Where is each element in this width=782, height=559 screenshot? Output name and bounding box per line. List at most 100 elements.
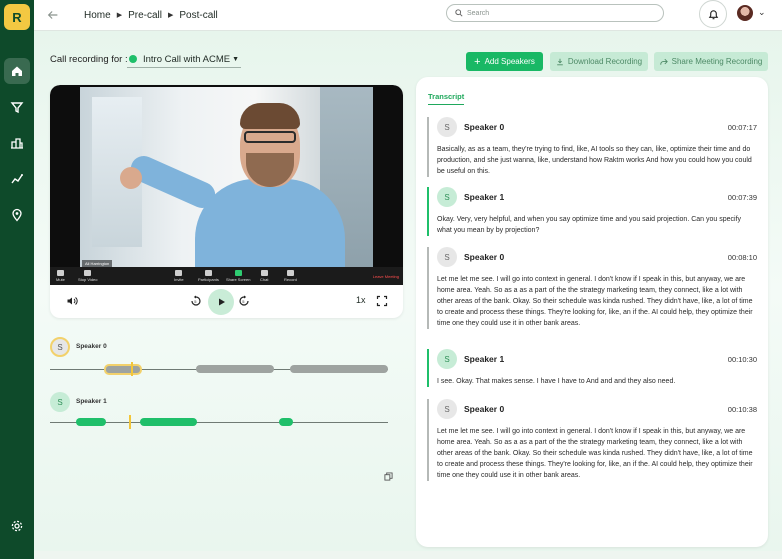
share-icon: [660, 58, 668, 65]
forward-button[interactable]: 5: [238, 295, 250, 307]
video-control: Stop Video: [78, 270, 98, 282]
breadcrumb-separator-icon: ▶: [167, 12, 174, 19]
timestamp[interactable]: 00:10:30: [728, 355, 757, 364]
nav-location[interactable]: [4, 202, 30, 228]
transcript-entry[interactable]: S Speaker 1 00:07:39 Okay. Very, very he…: [427, 187, 757, 236]
video-frame-image: [80, 87, 373, 267]
invite-control: Invite: [174, 270, 184, 282]
transcript-text: Basically, as as a team, they're trying …: [437, 146, 752, 175]
timestamp[interactable]: 00:07:39: [728, 193, 757, 202]
breadcrumb: Home ▶ Pre-call ▶ Post-call: [78, 10, 224, 21]
video-player-card: Ali Harrington Mute Stop Video Invite Pa…: [50, 85, 403, 318]
speaker-name: Speaker 1: [464, 354, 505, 364]
add-speakers-label: Add Speakers: [484, 57, 535, 66]
nav-home[interactable]: [4, 58, 30, 84]
nav-filter[interactable]: [4, 94, 30, 120]
breadcrumb-post-call[interactable]: Post-call: [179, 10, 217, 21]
share-recording-label: Share Meeting Recording: [671, 57, 763, 66]
transcript-panel: Transcript S Speaker 0 00:07:17 Basicall…: [416, 77, 768, 547]
download-recording-label: Download Recording: [567, 57, 643, 66]
top-header: Home ▶ Pre-call ▶ Post-call Search ⌄: [34, 0, 782, 31]
gear-icon: [11, 520, 23, 532]
volume-button[interactable]: [66, 295, 78, 307]
plus-icon: +: [474, 55, 481, 68]
search-input[interactable]: Search: [446, 4, 664, 22]
share-screen-label: Share Screen: [226, 277, 251, 282]
nav-buildings[interactable]: [4, 130, 30, 156]
copy-icon[interactable]: [384, 468, 393, 486]
chevron-down-icon[interactable]: ⌄: [758, 7, 766, 18]
camera-icon: [84, 270, 92, 276]
back-arrow-icon[interactable]: [46, 7, 62, 23]
stop-video-label: Stop Video: [78, 277, 98, 282]
recording-select[interactable]: Intro Call with ACME ▼: [127, 51, 241, 68]
app-logo[interactable]: R: [4, 4, 30, 30]
timeline-segment[interactable]: [76, 418, 106, 426]
transcript-text: I see. Okay. That makes sense. I have I …: [437, 378, 676, 385]
timeline-segment[interactable]: [290, 365, 388, 373]
volume-icon: [67, 297, 78, 305]
speaker-1-name: Speaker 1: [76, 398, 107, 405]
nav-analytics[interactable]: [4, 166, 30, 192]
breadcrumb-separator-icon: ▶: [116, 12, 123, 19]
playhead-marker[interactable]: [131, 362, 133, 376]
chat-icon: [260, 270, 268, 276]
transcript-text: Let me let me see. I will go into contex…: [437, 428, 753, 479]
transcript-text: Okay. Very, very helpful, and when you s…: [437, 216, 742, 234]
transcript-entry[interactable]: S Speaker 0 00:08:10 Let me let me see. …: [427, 247, 757, 329]
chat-control: Chat: [260, 270, 268, 282]
chart-icon: [11, 174, 23, 184]
recording-select-value: Intro Call with ACME: [143, 53, 231, 65]
playback-speed[interactable]: 1x: [356, 295, 366, 305]
chat-label: Chat: [260, 277, 269, 282]
nav-settings[interactable]: [4, 513, 30, 539]
timeline-segment-active[interactable]: [104, 364, 142, 375]
speaker-1-avatar: S: [50, 392, 70, 412]
buildings-icon: [11, 138, 23, 149]
timeline-segment[interactable]: [140, 418, 197, 426]
timestamp[interactable]: 00:08:10: [728, 253, 757, 262]
participants-label: Participants: [198, 277, 219, 282]
download-recording-button[interactable]: Download Recording: [550, 52, 648, 71]
logo-text: R: [12, 9, 22, 25]
speaker-avatar: S: [437, 117, 457, 137]
speaker-name: Speaker 0: [464, 122, 505, 132]
bell-icon: [708, 9, 718, 19]
transcript-entry[interactable]: S Speaker 0 00:10:38 Let me let me see. …: [427, 399, 757, 481]
location-icon: [12, 208, 22, 222]
tab-transcript[interactable]: Transcript: [428, 92, 465, 105]
user-avatar[interactable]: [737, 5, 753, 21]
speaker-0-avatar: S: [50, 337, 70, 357]
participant-name-tag: Ali Harrington: [82, 260, 113, 267]
transcript-text: Let me let me see. I will go into contex…: [437, 276, 753, 327]
share-recording-button[interactable]: Share Meeting Recording: [654, 52, 768, 71]
notification-button[interactable]: [699, 0, 727, 28]
status-dot: [129, 55, 137, 63]
transcript-entry[interactable]: S Speaker 0 00:07:17 Basically, as as a …: [427, 117, 757, 177]
rewind-button[interactable]: 5: [190, 295, 202, 307]
fullscreen-icon: [376, 295, 388, 307]
timeline-segment[interactable]: [279, 418, 293, 426]
play-icon: [219, 298, 225, 306]
speaker-name: Speaker 0: [464, 252, 505, 262]
person-icon: [175, 270, 183, 276]
fullscreen-button[interactable]: [376, 295, 388, 307]
timeline-segment[interactable]: [196, 365, 274, 373]
add-speakers-button[interactable]: + Add Speakers: [466, 52, 543, 71]
playhead-marker[interactable]: [129, 415, 131, 429]
record-control: Record: [284, 270, 297, 282]
breadcrumb-home[interactable]: Home: [84, 10, 111, 21]
speaker-avatar: S: [437, 187, 457, 207]
timestamp[interactable]: 00:07:17: [728, 123, 757, 132]
timestamp[interactable]: 00:10:38: [728, 405, 757, 414]
invite-label: Invite: [174, 277, 184, 282]
play-button[interactable]: [208, 289, 234, 315]
transcript-entry[interactable]: S Speaker 1 00:10:30 I see. Okay. That m…: [427, 349, 757, 387]
video-player[interactable]: Ali Harrington Mute Stop Video Invite Pa…: [50, 85, 403, 285]
mute-label: Mute: [56, 277, 65, 282]
breadcrumb-pre-call[interactable]: Pre-call: [128, 10, 162, 21]
filter-icon: [10, 102, 24, 114]
speaker-0-name: Speaker 0: [76, 343, 107, 350]
meeting-toolbar: Mute Stop Video Invite Participants Shar…: [50, 267, 403, 285]
search-placeholder: Search: [467, 9, 490, 17]
